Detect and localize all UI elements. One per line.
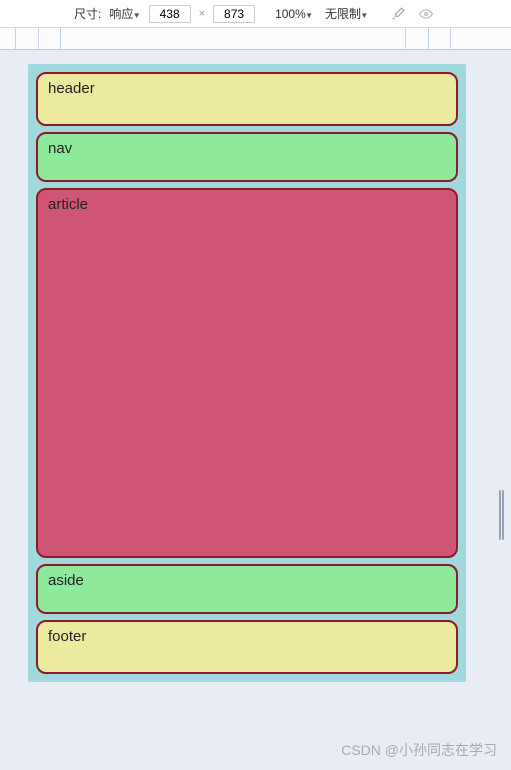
scrollbar-indicator[interactable]	[499, 490, 505, 540]
nav-label: nav	[48, 140, 72, 157]
eye-icon[interactable]	[416, 4, 436, 24]
devtools-device-toolbar: 尺寸: 响应 ▼ × 100% ▼ 无限制 ▼	[0, 0, 511, 28]
zoom-dropdown[interactable]: 100% ▼	[275, 7, 313, 21]
article-label: article	[48, 196, 88, 213]
size-label: 尺寸:	[4, 5, 101, 22]
ruler	[0, 28, 511, 50]
article-section: article	[36, 188, 458, 558]
header-label: header	[48, 80, 95, 97]
throttle-dropdown[interactable]: 无限制 ▼	[325, 5, 368, 22]
chevron-down-icon: ▼	[305, 11, 313, 20]
watermark: CSDN @小孙同志在学习	[341, 740, 497, 760]
device-viewport: header nav article aside footer	[0, 50, 511, 770]
responsive-dropdown[interactable]: 响应 ▼	[109, 5, 140, 22]
footer-section: footer	[36, 620, 458, 674]
height-input[interactable]	[213, 5, 255, 23]
page-body: header nav article aside footer	[28, 64, 466, 682]
nav-section: nav	[36, 132, 458, 182]
aside-section: aside	[36, 564, 458, 614]
width-input[interactable]	[149, 5, 191, 23]
chevron-down-icon: ▼	[360, 11, 368, 20]
chevron-down-icon: ▼	[133, 11, 141, 20]
header-section: header	[36, 72, 458, 126]
footer-label: footer	[48, 628, 86, 645]
aside-label: aside	[48, 572, 84, 589]
times-separator: ×	[199, 8, 205, 20]
eyedropper-icon[interactable]	[388, 4, 408, 24]
